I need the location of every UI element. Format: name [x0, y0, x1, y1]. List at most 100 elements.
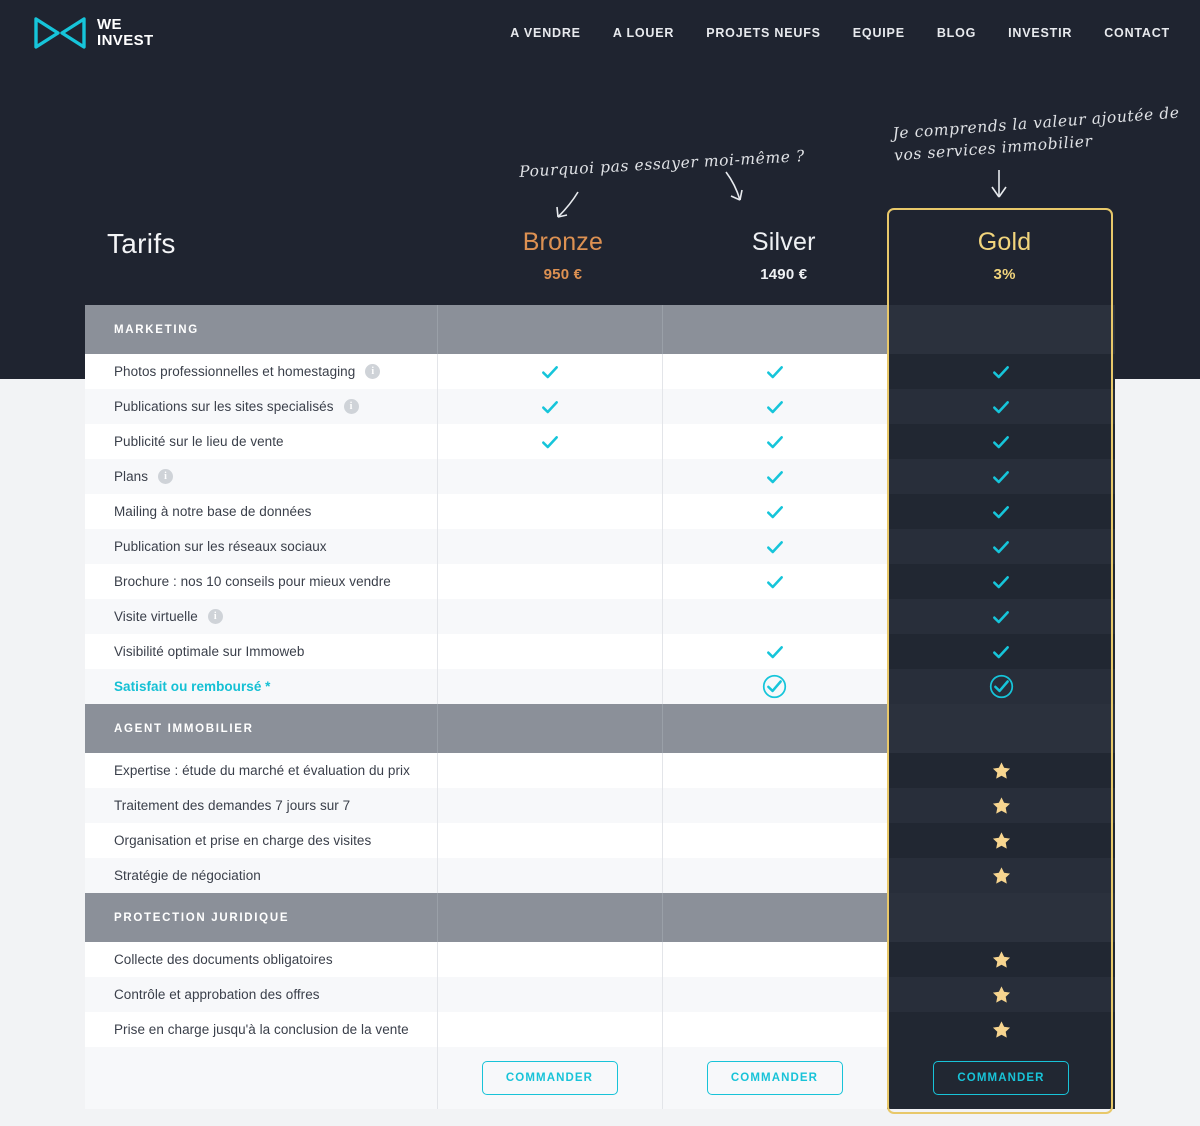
check-icon	[993, 365, 1009, 378]
section-header-row: MARKETING	[85, 305, 1115, 354]
table-row: Visite virtuelle i	[85, 599, 1115, 634]
section-cell-bronze	[437, 893, 662, 942]
section-cell-gold	[887, 305, 1115, 354]
logo-line-2: INVEST	[97, 32, 154, 49]
feature-label-cell: Contrôle et approbation des offres	[85, 977, 437, 1012]
info-icon[interactable]: i	[365, 364, 381, 379]
check-icon	[766, 400, 783, 413]
table-row: Publication sur les réseaux sociaux	[85, 529, 1115, 564]
logo-line-1: WE	[97, 16, 122, 33]
star-icon	[992, 797, 1010, 814]
feature-cell-bronze	[437, 354, 662, 389]
section-title: PROTECTION JURIDIQUE	[85, 893, 437, 942]
table-row: Brochure : nos 10 conseils pour mieux ve…	[85, 564, 1115, 599]
main-nav: A VENDRE A LOUER PROJETS NEUFS EQUIPE BL…	[510, 26, 1170, 40]
feature-cell-bronze	[437, 564, 662, 599]
feature-label-cell: Collecte des documents obligatoires	[85, 942, 437, 977]
site-header: WE INVEST A VENDRE A LOUER PROJETS NEUFS…	[0, 0, 1200, 66]
feature-cell-bronze	[437, 823, 662, 858]
feature-cell-bronze	[437, 788, 662, 823]
plan-header-gold: Gold 3%	[894, 207, 1115, 283]
feature-label: Visite virtuelle	[114, 609, 198, 624]
star-icon	[992, 867, 1010, 884]
feature-label: Collecte des documents obligatoires	[114, 952, 333, 967]
feature-cell-gold	[887, 459, 1115, 494]
info-icon[interactable]: i	[207, 609, 223, 624]
feature-label: Plans	[114, 469, 149, 484]
feature-cell-bronze	[437, 942, 662, 977]
feature-cell-silver	[662, 823, 887, 858]
nav-item-projets-neufs[interactable]: PROJETS NEUFS	[706, 26, 821, 40]
feature-cell-bronze	[437, 858, 662, 893]
star-icon	[992, 986, 1010, 1003]
nav-item-contact[interactable]: CONTACT	[1104, 26, 1170, 40]
check-icon	[541, 435, 558, 448]
feature-cell-gold	[887, 354, 1115, 389]
check-icon	[993, 645, 1009, 658]
logo[interactable]: WE INVEST	[34, 16, 154, 50]
feature-label-cell: Mailing à notre base de données	[85, 494, 437, 529]
order-button-gold[interactable]: COMMANDER	[933, 1061, 1069, 1095]
arrow-to-silver-icon	[725, 171, 743, 201]
feature-cell-gold	[887, 1012, 1115, 1047]
table-row: Traitement des demandes 7 jours sur 7	[85, 788, 1115, 823]
check-icon	[993, 470, 1009, 483]
section-header-row: AGENT IMMOBILIER	[85, 704, 1115, 753]
page-title: Tarifs	[107, 228, 176, 259]
plan-name-bronze: Bronze	[522, 228, 604, 256]
section-cell-bronze	[437, 704, 662, 753]
feature-label: Traitement des demandes 7 jours sur 7	[114, 798, 351, 813]
table-row: Satisfait ou remboursé *	[85, 669, 1115, 704]
feature-label: Brochure : nos 10 conseils pour mieux ve…	[114, 574, 391, 589]
table-row: Visibilité optimale sur Immoweb	[85, 634, 1115, 669]
feature-cell-bronze	[437, 977, 662, 1012]
feature-label-cell: Publication sur les réseaux sociaux	[85, 529, 437, 564]
feature-label-cell: Publicité sur le lieu de vente	[85, 424, 437, 459]
feature-label: Publication sur les réseaux sociaux	[114, 539, 327, 554]
feature-label-cell: Visibilité optimale sur Immoweb	[85, 634, 437, 669]
order-button-silver[interactable]: COMMANDER	[706, 1061, 843, 1095]
feature-cell-gold	[887, 424, 1115, 459]
section-cell-silver	[662, 704, 887, 753]
table-row: Organisation et prise en charge des visi…	[85, 823, 1115, 858]
feature-cell-bronze	[437, 669, 662, 704]
order-button-bronze[interactable]: COMMANDER	[481, 1061, 618, 1095]
feature-cell-bronze	[437, 389, 662, 424]
info-icon[interactable]: i	[158, 469, 174, 484]
info-icon[interactable]: i	[343, 399, 359, 414]
feature-cell-gold	[887, 823, 1115, 858]
section-cell-gold	[887, 893, 1115, 942]
nav-item-a-louer[interactable]: A LOUER	[613, 26, 674, 40]
section-title: MARKETING	[85, 305, 437, 354]
arrow-to-gold-icon	[991, 170, 1007, 198]
nav-item-equipe[interactable]: EQUIPE	[853, 26, 905, 40]
feature-label-cell: Stratégie de négociation	[85, 858, 437, 893]
feature-label-cell: Prise en charge jusqu'à la conclusion de…	[85, 1012, 437, 1047]
feature-cell-bronze	[437, 424, 662, 459]
feature-label-cell: Visite virtuelle i	[85, 599, 437, 634]
feature-cell-bronze	[437, 753, 662, 788]
feature-label-cell: Photos professionnelles et homestaging i	[85, 354, 437, 389]
feature-label-cell: Organisation et prise en charge des visi…	[85, 823, 437, 858]
star-icon	[992, 762, 1010, 779]
cta-cell-gold: COMMANDER	[887, 1047, 1115, 1109]
feature-label: Publicité sur le lieu de vente	[114, 434, 284, 449]
feature-cell-silver	[662, 942, 887, 977]
feature-cell-gold	[887, 977, 1115, 1012]
feature-cell-bronze	[437, 599, 662, 634]
nav-item-investir[interactable]: INVESTIR	[1008, 26, 1072, 40]
table-row: Stratégie de négociation	[85, 858, 1115, 893]
check-icon	[993, 610, 1009, 623]
table-row: Prise en charge jusqu'à la conclusion de…	[85, 1012, 1115, 1047]
section-title: AGENT IMMOBILIER	[85, 704, 437, 753]
feature-cell-gold	[887, 564, 1115, 599]
comparison-table: MARKETING Photos professionnelles et home…	[85, 305, 1115, 1109]
nav-item-blog[interactable]: BLOG	[937, 26, 976, 40]
nav-item-a-vendre[interactable]: A VENDRE	[510, 26, 581, 40]
plan-headers: Tarifs Bronze 950 € Silver 1490 € Gold 3…	[85, 207, 1115, 305]
star-icon	[992, 832, 1010, 849]
plan-name-silver: Silver	[751, 228, 816, 256]
feature-label: Contrôle et approbation des offres	[114, 987, 320, 1002]
feature-cell-bronze	[437, 529, 662, 564]
feature-cell-gold	[887, 494, 1115, 529]
